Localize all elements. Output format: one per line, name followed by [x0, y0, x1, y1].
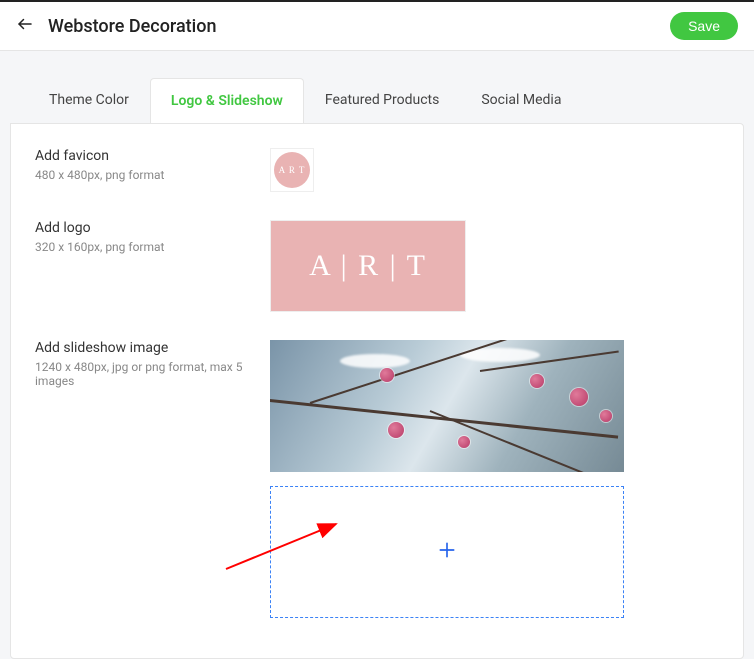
favicon-label-block: Add favicon 480 x 480px, png format [35, 148, 270, 182]
logo-upload[interactable]: A | R | T [270, 220, 466, 312]
header-bar: Webstore Decoration Save [0, 0, 754, 51]
logo-thumbnail: A | R | T [270, 220, 466, 312]
logo-content: A | R | T [270, 220, 719, 312]
slideshow-row: Add slideshow image 1240 x 480px, jpg or… [35, 340, 719, 618]
favicon-thumbnail: A R T [274, 152, 310, 188]
favicon-title: Add favicon [35, 148, 270, 164]
logo-label-block: Add logo 320 x 160px, png format [35, 220, 270, 254]
tabs: Theme Color Logo & Slideshow Featured Pr… [10, 77, 744, 123]
save-button[interactable]: Save [670, 12, 738, 40]
slideshow-title: Add slideshow image [35, 340, 270, 356]
plus-icon [437, 540, 457, 564]
slideshow-add-button[interactable] [270, 486, 624, 618]
tab-social-media[interactable]: Social Media [460, 77, 582, 123]
favicon-upload[interactable]: A R T [270, 148, 314, 192]
slideshow-hint: 1240 x 480px, jpg or png format, max 5 i… [35, 360, 270, 388]
tab-theme-color[interactable]: Theme Color [28, 77, 150, 123]
favicon-content: A R T [270, 148, 719, 192]
content-area: Theme Color Logo & Slideshow Featured Pr… [0, 51, 754, 659]
favicon-hint: 480 x 480px, png format [35, 168, 270, 182]
favicon-row: Add favicon 480 x 480px, png format A R … [35, 148, 719, 192]
tab-featured-products[interactable]: Featured Products [304, 77, 461, 123]
logo-title: Add logo [35, 220, 270, 236]
tab-panel: Add favicon 480 x 480px, png format A R … [10, 123, 744, 659]
slideshow-label-block: Add slideshow image 1240 x 480px, jpg or… [35, 340, 270, 388]
slideshow-image-1[interactable] [270, 340, 624, 472]
page-title: Webstore Decoration [48, 16, 656, 37]
logo-hint: 320 x 160px, png format [35, 240, 270, 254]
tab-logo-slideshow[interactable]: Logo & Slideshow [150, 78, 304, 124]
slideshow-content [270, 340, 719, 618]
back-arrow-icon[interactable] [16, 15, 34, 37]
logo-row: Add logo 320 x 160px, png format A | R |… [35, 220, 719, 312]
